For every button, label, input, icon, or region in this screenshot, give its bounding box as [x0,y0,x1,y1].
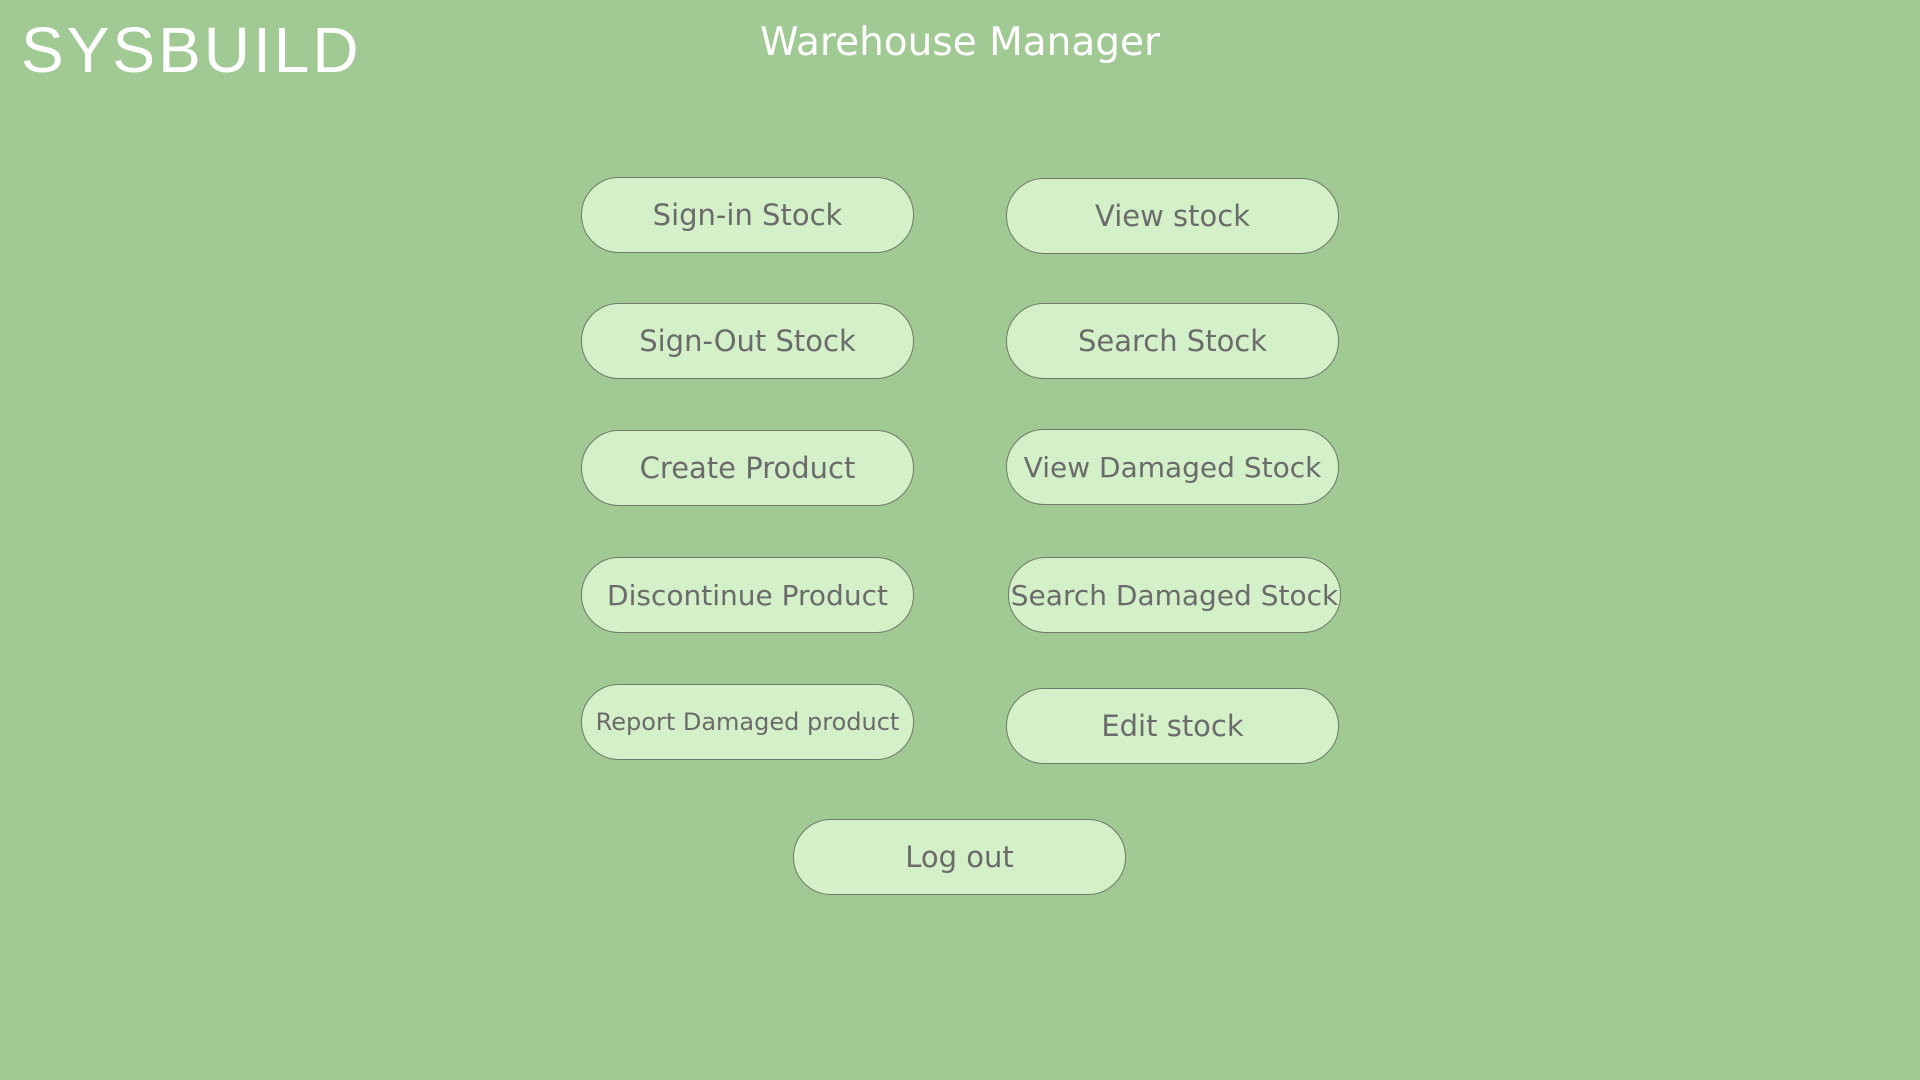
sign-out-stock-button[interactable]: Sign-Out Stock [581,303,914,379]
report-damaged-product-button[interactable]: Report Damaged product [581,684,914,760]
edit-stock-button[interactable]: Edit stock [1006,688,1339,764]
create-product-button[interactable]: Create Product [581,430,914,506]
search-stock-button[interactable]: Search Stock [1006,303,1339,379]
log-out-button[interactable]: Log out [793,819,1126,895]
view-damaged-stock-button[interactable]: View Damaged Stock [1006,429,1339,505]
sign-in-stock-button[interactable]: Sign-in Stock [581,177,914,253]
page-title: Warehouse Manager [759,20,1161,65]
search-damaged-stock-button[interactable]: Search Damaged Stock [1008,557,1341,633]
discontinue-product-button[interactable]: Discontinue Product [581,557,914,633]
view-stock-button[interactable]: View stock [1006,178,1339,254]
